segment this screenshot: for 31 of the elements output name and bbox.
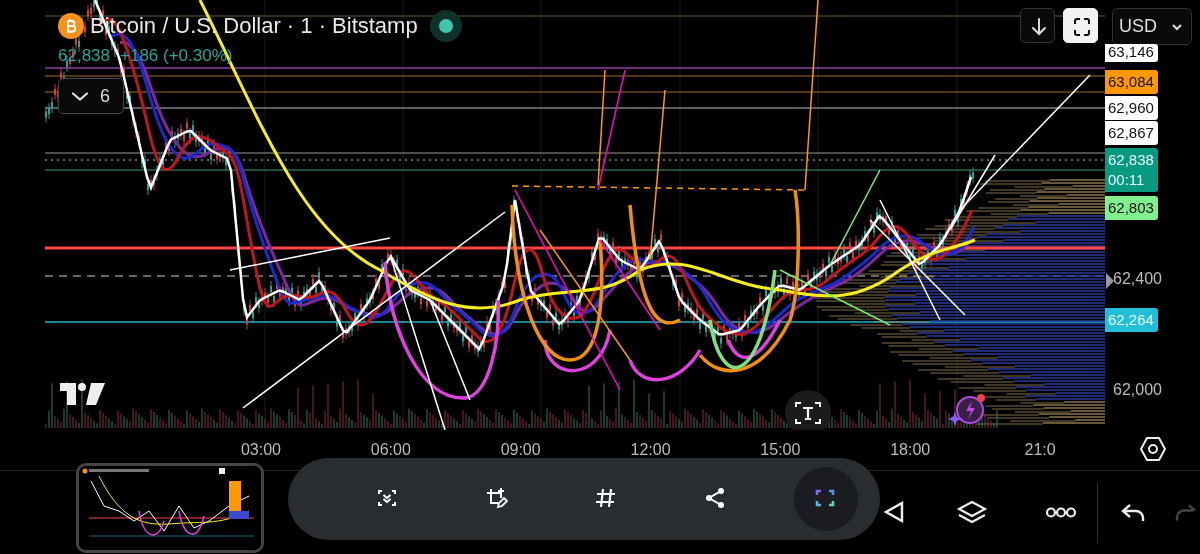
more-icon xyxy=(1045,507,1076,518)
price-axis-label: 62,000 xyxy=(1113,381,1162,399)
time-axis-label: 09:00 xyxy=(499,440,542,460)
price-tag: 62,264 xyxy=(1105,308,1158,332)
price-tag: 63,146 xyxy=(1105,44,1158,62)
price-marker-icon xyxy=(1106,273,1114,289)
time-axis-label: 18:00 xyxy=(889,440,932,460)
price-tag: 63,084 xyxy=(1105,70,1158,94)
fullscreen-button[interactable] xyxy=(1063,8,1098,43)
time-axis-label: 21:0 xyxy=(1023,440,1057,460)
text-icon xyxy=(794,400,822,426)
indicators-toggle[interactable]: 6 xyxy=(58,78,124,114)
logo-icon xyxy=(60,383,106,405)
chevron-down-icon xyxy=(72,91,88,101)
currency-dropdown[interactable]: USD xyxy=(1112,8,1192,45)
time-axis-label: 03:00 xyxy=(239,440,282,460)
price-tag: 62,867 xyxy=(1105,121,1158,145)
time-axis-label: 15:00 xyxy=(759,440,802,460)
scroll-down-button[interactable] xyxy=(1020,8,1055,43)
price-tag: 62,803 xyxy=(1105,196,1158,220)
price-tag: 62,960 xyxy=(1105,96,1158,120)
redo-icon xyxy=(1174,503,1196,522)
bitcoin-icon xyxy=(58,13,84,39)
price-axis-label: 62,400 xyxy=(1113,270,1162,288)
text-tool-button[interactable] xyxy=(785,390,831,430)
ai-assistant-icon[interactable] xyxy=(948,392,988,428)
price-tag: 62,838 00:11 xyxy=(1105,148,1158,192)
screenshot-thumbnail[interactable] xyxy=(76,463,264,553)
settings-icon xyxy=(1138,434,1167,463)
time-axis-label: 06:00 xyxy=(369,440,412,460)
time-axis-label: 12:00 xyxy=(629,440,672,460)
